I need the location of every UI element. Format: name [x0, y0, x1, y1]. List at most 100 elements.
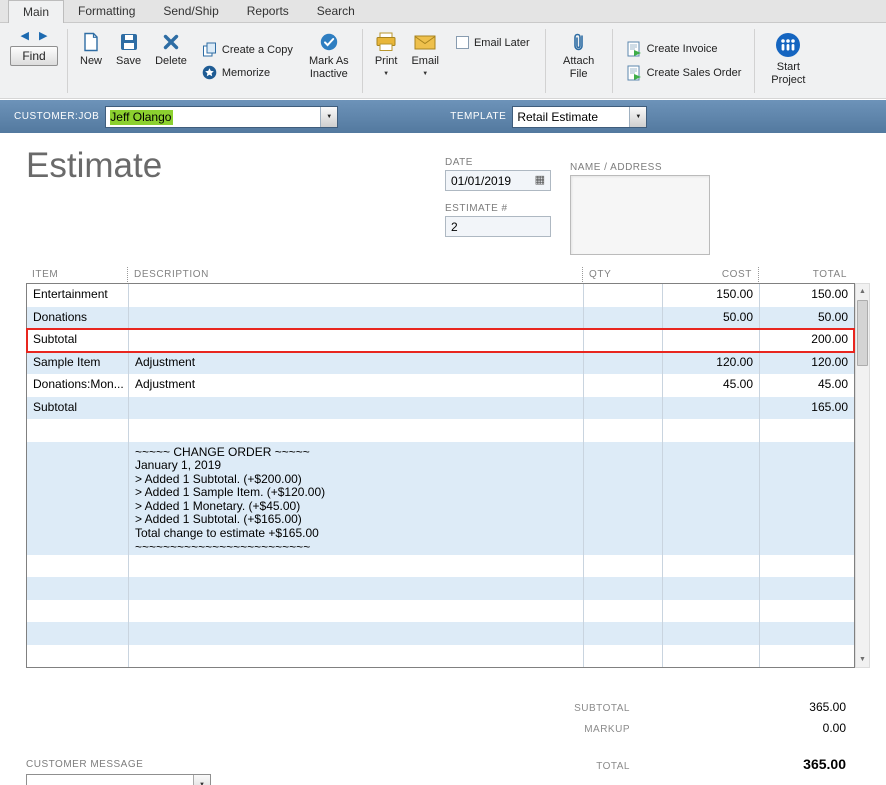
cell-cost[interactable]: 50.00 — [662, 307, 759, 330]
cell-qty[interactable] — [583, 352, 662, 375]
cell-cost[interactable] — [662, 622, 759, 645]
email-later-option[interactable]: Email Later — [446, 26, 540, 49]
column-header-qty[interactable]: QTY — [582, 267, 661, 282]
cell-item[interactable]: Subtotal — [27, 397, 128, 420]
cell-item[interactable] — [27, 645, 128, 668]
cell-description[interactable] — [128, 600, 583, 623]
cell-qty[interactable] — [583, 419, 662, 442]
cell-total[interactable] — [759, 600, 854, 623]
cell-qty[interactable] — [583, 442, 662, 555]
cell-item[interactable]: Donations — [27, 307, 128, 330]
tab-formatting[interactable]: Formatting — [64, 0, 149, 22]
cell-qty[interactable] — [583, 374, 662, 397]
cell-item[interactable] — [27, 419, 128, 442]
cell-total[interactable] — [759, 442, 854, 555]
memorize-button[interactable]: Memorize — [202, 65, 293, 80]
cell-total[interactable] — [759, 645, 854, 668]
cell-qty[interactable] — [583, 622, 662, 645]
customer-job-dropdown[interactable]: Jeff Olango ▼ — [105, 106, 338, 128]
date-input[interactable]: 01/01/2019 ▦ — [445, 170, 551, 191]
cell-total[interactable] — [759, 419, 854, 442]
column-header-total[interactable]: TOTAL — [758, 267, 853, 282]
table-row[interactable] — [27, 645, 854, 668]
cell-total[interactable]: 50.00 — [759, 307, 854, 330]
column-header-description[interactable]: DESCRIPTION — [127, 267, 582, 282]
template-dropdown-arrow-icon[interactable]: ▼ — [629, 107, 646, 127]
cell-cost[interactable] — [662, 419, 759, 442]
table-row[interactable]: Sample ItemAdjustment120.00120.00 — [27, 352, 854, 375]
customer-dropdown-arrow-icon[interactable]: ▼ — [320, 107, 337, 127]
email-later-checkbox[interactable] — [456, 36, 469, 49]
cell-description[interactable] — [128, 284, 583, 307]
cell-description[interactable]: ~~~~~ CHANGE ORDER ~~~~~ January 1, 2019… — [128, 442, 583, 555]
cell-item[interactable]: Sample Item — [27, 352, 128, 375]
cell-description[interactable] — [128, 419, 583, 442]
cell-cost[interactable]: 150.00 — [662, 284, 759, 307]
estimate-number-input[interactable]: 2 — [445, 216, 551, 237]
scroll-up-icon[interactable]: ▲ — [856, 284, 869, 299]
cell-qty[interactable] — [583, 577, 662, 600]
cell-qty[interactable] — [583, 284, 662, 307]
table-row[interactable] — [27, 600, 854, 623]
cell-description[interactable] — [128, 622, 583, 645]
cell-item[interactable] — [27, 577, 128, 600]
save-button[interactable]: Save — [109, 26, 148, 96]
email-caret-icon[interactable]: ▼ — [422, 71, 428, 77]
cell-total[interactable] — [759, 577, 854, 600]
find-button[interactable]: Find — [10, 46, 57, 66]
column-header-item[interactable]: ITEM — [26, 267, 127, 282]
create-invoice-button[interactable]: Create Invoice — [626, 41, 742, 57]
cell-description[interactable] — [128, 397, 583, 420]
cell-cost[interactable] — [662, 645, 759, 668]
cell-cost[interactable]: 120.00 — [662, 352, 759, 375]
back-arrow-icon[interactable]: ◀ — [21, 31, 29, 42]
customer-message-arrow-icon[interactable]: ▼ — [193, 775, 210, 785]
cell-qty[interactable] — [583, 329, 662, 352]
cell-qty[interactable] — [583, 645, 662, 668]
table-row[interactable] — [27, 577, 854, 600]
customer-message-dropdown[interactable]: ▼ — [26, 774, 211, 785]
cell-item[interactable] — [27, 555, 128, 578]
cell-description[interactable] — [128, 307, 583, 330]
mark-as-inactive-button[interactable]: Mark As Inactive — [301, 26, 357, 96]
scrollbar-thumb[interactable] — [857, 300, 868, 366]
cell-item[interactable] — [27, 442, 128, 555]
cell-total[interactable]: 200.00 — [759, 329, 854, 352]
cell-description[interactable]: Adjustment — [128, 374, 583, 397]
cell-cost[interactable]: 45.00 — [662, 374, 759, 397]
tab-main[interactable]: Main — [8, 0, 64, 23]
table-row[interactable]: Subtotal165.00 — [27, 397, 854, 420]
cell-cost[interactable] — [662, 600, 759, 623]
cell-cost[interactable] — [662, 577, 759, 600]
table-row[interactable] — [27, 622, 854, 645]
cell-total[interactable] — [759, 555, 854, 578]
attach-file-button[interactable]: Attach File — [551, 26, 607, 96]
template-dropdown[interactable]: Retail Estimate ▼ — [512, 106, 647, 128]
new-button[interactable]: New — [73, 26, 109, 96]
delete-button[interactable]: Delete — [148, 26, 194, 96]
cell-cost[interactable] — [662, 397, 759, 420]
cell-item[interactable] — [27, 622, 128, 645]
table-row[interactable]: Entertainment150.00150.00 — [27, 284, 854, 307]
table-row[interactable]: ~~~~~ CHANGE ORDER ~~~~~ January 1, 2019… — [27, 442, 854, 555]
table-row[interactable]: Donations:Mon...Adjustment 45.0045.00 — [27, 374, 854, 397]
print-caret-icon[interactable]: ▼ — [383, 71, 389, 77]
cell-qty[interactable] — [583, 555, 662, 578]
cell-item[interactable] — [27, 600, 128, 623]
tab-send-ship[interactable]: Send/Ship — [149, 0, 232, 22]
table-row[interactable] — [27, 419, 854, 442]
cell-total[interactable] — [759, 622, 854, 645]
cell-cost[interactable] — [662, 442, 759, 555]
cell-qty[interactable] — [583, 600, 662, 623]
cell-cost[interactable] — [662, 555, 759, 578]
cell-total[interactable]: 120.00 — [759, 352, 854, 375]
scroll-down-icon[interactable]: ▼ — [856, 652, 869, 667]
forward-arrow-icon[interactable]: ▶ — [39, 31, 47, 42]
table-row[interactable]: Donations 50.0050.00 — [27, 307, 854, 330]
start-project-button[interactable]: Start Project — [760, 26, 816, 96]
cell-total[interactable]: 45.00 — [759, 374, 854, 397]
cell-item[interactable]: Subtotal — [27, 329, 128, 352]
create-sales-order-button[interactable]: Create Sales Order — [626, 65, 742, 81]
cell-description[interactable] — [128, 555, 583, 578]
cell-item[interactable]: Donations:Mon... — [27, 374, 128, 397]
